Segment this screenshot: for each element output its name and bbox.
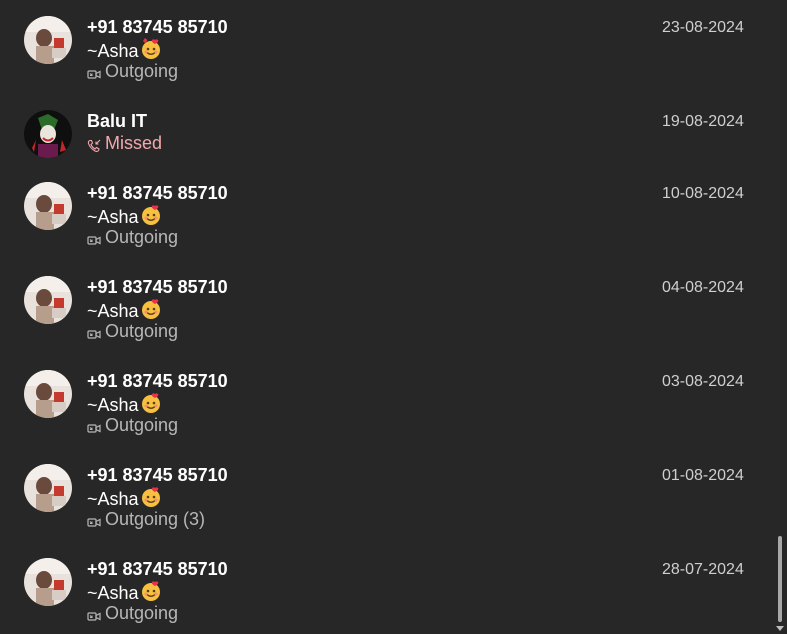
call-status: Outgoing (3) bbox=[87, 508, 205, 530]
contact-name: +91 83745 85710 bbox=[87, 17, 228, 37]
contact-avatar bbox=[24, 464, 72, 512]
contact-avatar bbox=[24, 558, 72, 606]
call-date: 03-08-2024 bbox=[662, 373, 744, 390]
call-date: 28-07-2024 bbox=[662, 561, 744, 578]
call-status: Missed bbox=[87, 132, 162, 154]
call-date: 19-08-2024 bbox=[662, 113, 744, 130]
video-call-icon bbox=[87, 230, 101, 245]
call-row[interactable]: +91 83745 85710 ~Asha Outgoing 10-08-202… bbox=[0, 182, 772, 260]
scroll-down-arrow-icon[interactable] bbox=[776, 626, 784, 631]
contact-name: Balu IT bbox=[87, 111, 148, 131]
contact-name: +91 83745 85710 bbox=[87, 277, 228, 297]
call-row[interactable]: +91 83745 85710 ~Asha Outgoing (3) 01-08… bbox=[0, 464, 772, 542]
call-status: Outgoing bbox=[87, 226, 178, 248]
call-history-list: +91 83745 85710 ~Asha Outgoing 23-08-202… bbox=[0, 0, 772, 634]
call-row[interactable]: +91 83745 85710 ~Asha Outgoing 23-08-202… bbox=[0, 16, 772, 94]
call-date: 01-08-2024 bbox=[662, 467, 744, 484]
contact-avatar bbox=[24, 370, 72, 418]
call-row[interactable]: +91 83745 85710 ~Asha Outgoing 28-07-202… bbox=[0, 558, 772, 634]
video-call-icon bbox=[87, 64, 101, 79]
call-row[interactable]: +91 83745 85710 ~Asha Outgoing 04-08-202… bbox=[0, 276, 772, 354]
call-date: 04-08-2024 bbox=[662, 279, 744, 296]
contact-name: +91 83745 85710 bbox=[87, 371, 228, 391]
contact-name: +91 83745 85710 bbox=[87, 559, 228, 579]
call-date: 23-08-2024 bbox=[662, 19, 744, 36]
video-call-icon bbox=[87, 512, 101, 527]
contact-avatar bbox=[24, 276, 72, 324]
call-status: Outgoing bbox=[87, 320, 178, 342]
call-status: Outgoing bbox=[87, 60, 178, 82]
contact-avatar bbox=[24, 182, 72, 230]
video-call-icon bbox=[87, 324, 101, 339]
call-date: 10-08-2024 bbox=[662, 185, 744, 202]
scrollbar-thumb[interactable] bbox=[778, 536, 782, 622]
call-row[interactable]: +91 83745 85710 ~Asha Outgoing 03-08-202… bbox=[0, 370, 772, 448]
contact-avatar bbox=[24, 16, 72, 64]
video-call-icon bbox=[87, 606, 101, 621]
contact-name: +91 83745 85710 bbox=[87, 183, 228, 203]
video-call-icon bbox=[87, 418, 101, 433]
scrollbar[interactable] bbox=[772, 0, 787, 634]
missed-call-icon bbox=[87, 136, 101, 152]
contact-name: +91 83745 85710 bbox=[87, 465, 228, 485]
call-status: Outgoing bbox=[87, 602, 178, 624]
call-status: Outgoing bbox=[87, 414, 178, 436]
call-row[interactable]: Balu IT Missed 19-08-2024 bbox=[0, 110, 772, 166]
contact-avatar bbox=[24, 110, 72, 158]
